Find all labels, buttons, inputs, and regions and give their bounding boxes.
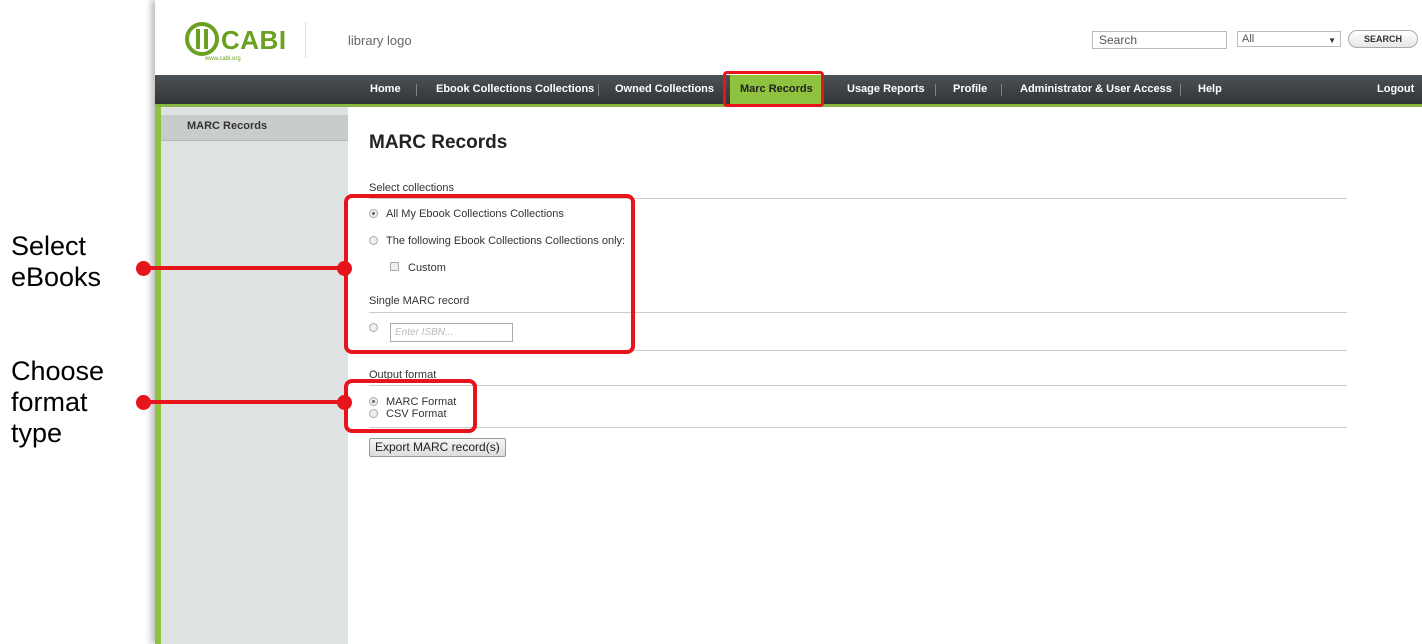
- nav-separator: [1180, 84, 1181, 96]
- annotation-choose-format: Choose format type: [11, 356, 104, 449]
- logo-subtext: www.cabi.org: [205, 56, 241, 62]
- annotation-select-line1: Select: [11, 231, 87, 261]
- sidebar-item-marc-records[interactable]: MARC Records: [161, 115, 348, 141]
- annotation-format-line2: format: [11, 387, 88, 417]
- divider: [369, 427, 1347, 428]
- library-logo: library logo: [348, 33, 412, 48]
- main-content: MARC Records Select collections All My E…: [348, 107, 1422, 644]
- callout-line-format: [143, 400, 346, 404]
- search-input[interactable]: Search: [1092, 31, 1227, 49]
- nav-owned-collections[interactable]: Owned Collections: [615, 75, 714, 104]
- export-marc-button[interactable]: Export MARC record(s): [369, 438, 506, 457]
- callout-dot-format-end: [337, 395, 352, 410]
- nav-separator: [598, 84, 599, 96]
- nav-home[interactable]: Home: [370, 75, 401, 104]
- nav-logout[interactable]: Logout: [1377, 75, 1414, 104]
- search-button[interactable]: SEARCH: [1348, 30, 1418, 48]
- header: CABI www.cabi.org library logo Search Al…: [155, 0, 1422, 75]
- highlight-output-format: [344, 379, 477, 433]
- annotation-format-line1: Choose: [11, 356, 105, 386]
- nav-profile[interactable]: Profile: [953, 75, 987, 104]
- nav-separator: [935, 84, 936, 96]
- nav-separator: [1001, 84, 1002, 96]
- cabi-logo-icon: [185, 22, 219, 56]
- chevron-down-icon: ▼: [1328, 36, 1336, 45]
- callout-dot-format-start: [136, 395, 151, 410]
- select-collections-label: Select collections: [369, 182, 454, 194]
- callout-line-select: [143, 266, 346, 270]
- divider: [369, 385, 1347, 386]
- callout-dot-select-start: [136, 261, 151, 276]
- cabi-logo[interactable]: CABI www.cabi.org: [185, 22, 305, 66]
- annotation-select-ebooks: Select eBooks: [11, 231, 101, 293]
- search-scope-select[interactable]: All ▼: [1237, 31, 1341, 47]
- nav-help[interactable]: Help: [1198, 75, 1222, 104]
- nav-separator: [416, 84, 417, 96]
- highlight-select-ebooks: [344, 194, 635, 354]
- search-scope-value: All: [1242, 33, 1255, 45]
- nav-ebook-collections[interactable]: Ebook Collections Collections: [436, 75, 594, 104]
- nav-admin-user-access[interactable]: Administrator & User Access: [1020, 75, 1172, 104]
- annotation-format-line3: type: [11, 418, 63, 448]
- logo-text: CABI: [221, 25, 287, 55]
- highlight-nav-marc-records: [723, 71, 824, 107]
- header-divider: [305, 22, 306, 58]
- sidebar: MARC Records: [155, 107, 348, 644]
- page-title: MARC Records: [369, 132, 508, 153]
- nav-usage-reports[interactable]: Usage Reports: [847, 75, 925, 104]
- annotation-select-line2: eBooks: [11, 262, 102, 292]
- callout-dot-select-end: [337, 261, 352, 276]
